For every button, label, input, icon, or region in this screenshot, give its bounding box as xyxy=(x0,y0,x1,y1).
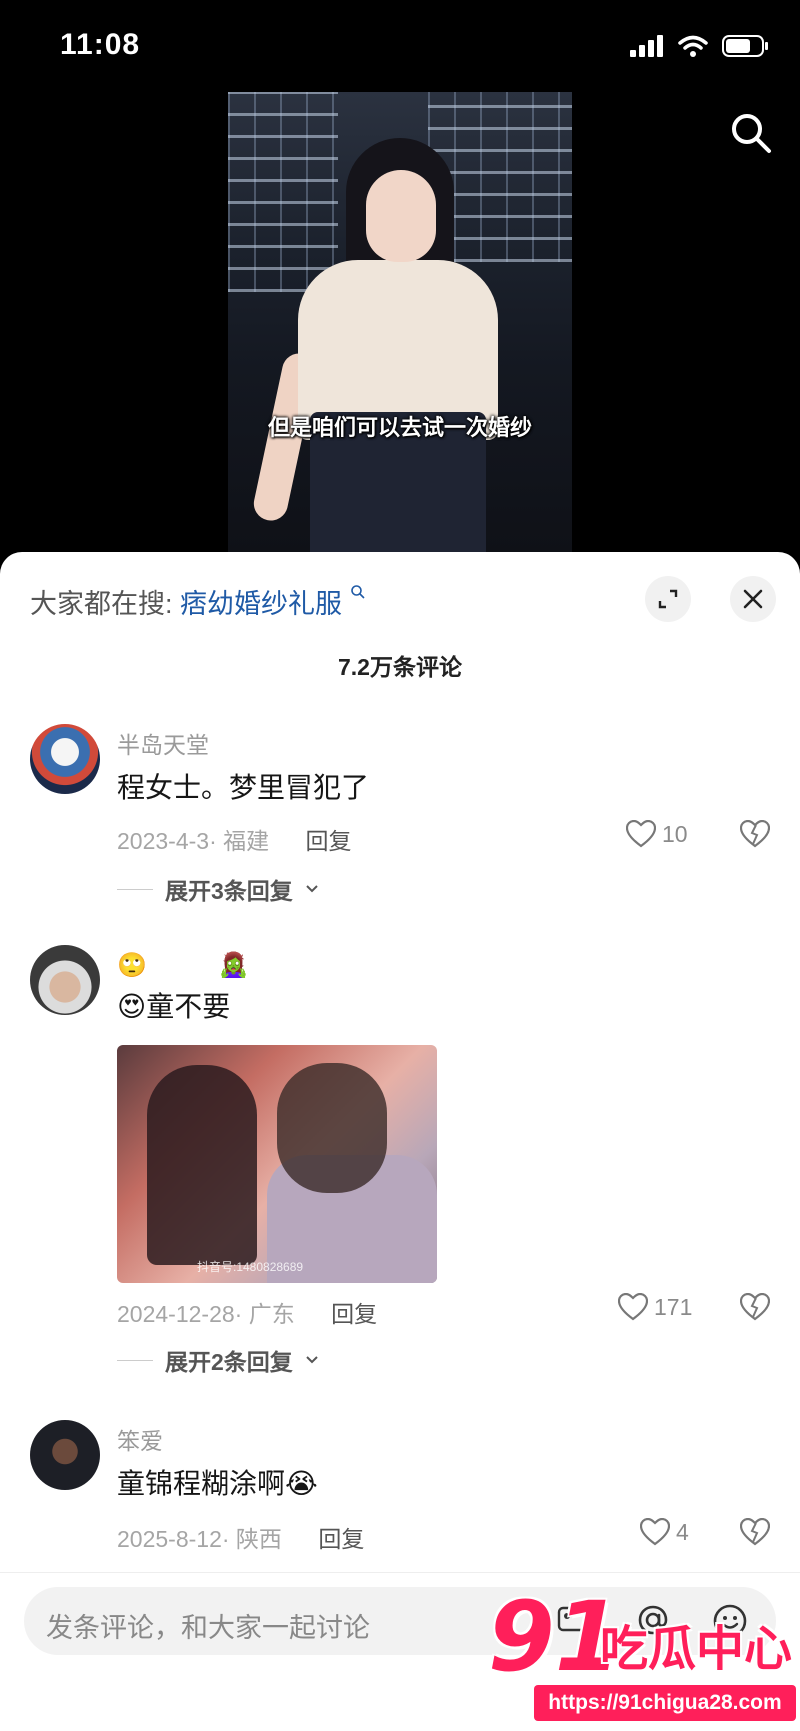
status-bar: 11:08 xyxy=(0,0,800,92)
chevron-down-icon xyxy=(306,1356,318,1364)
signal-icon xyxy=(630,35,663,57)
chevron-down-icon xyxy=(306,885,318,893)
video-subtitle: 但是咱们可以去试一次婚纱 xyxy=(267,415,532,440)
dislike-icon[interactable] xyxy=(740,1293,770,1321)
video-player[interactable]: 但是咱们可以去试一次婚纱 xyxy=(228,92,572,552)
like-button[interactable]: 171 xyxy=(618,1293,692,1321)
like-count: 4 xyxy=(676,1518,689,1545)
background-building xyxy=(228,92,338,292)
expand-replies[interactable]: 展开2条回复 xyxy=(117,1343,319,1377)
heart-icon xyxy=(618,1293,648,1321)
hot-search-prefix: 大家都在搜: xyxy=(30,589,173,619)
comment-username[interactable]: 半岛天堂 xyxy=(117,726,209,760)
status-icons xyxy=(630,34,770,58)
image-figure xyxy=(277,1063,387,1193)
comment-text: 😍童不要 xyxy=(117,991,231,1022)
dislike-icon[interactable] xyxy=(740,820,770,848)
comment-date-location: 2025-8-12· 陕西 xyxy=(117,1526,282,1552)
small-search-icon xyxy=(350,585,365,599)
heart-icon xyxy=(640,1518,670,1546)
hot-search[interactable]: 大家都在搜: 痞幼婚纱礼服 xyxy=(30,582,366,621)
expand-replies-label: 展开2条回复 xyxy=(165,1349,293,1375)
hot-search-keyword[interactable]: 痞幼婚纱礼服 xyxy=(180,589,342,619)
comment-image[interactable]: 抖音号:1480828689 xyxy=(117,1045,437,1283)
comment-date-location: 2023-4-3· 福建 xyxy=(117,828,270,854)
watermark-url: https://91chigua28.com xyxy=(534,1685,796,1721)
site-watermark: 91 吃瓜中心 https://91chigua28.com xyxy=(488,1589,800,1731)
expand-replies-label: 展开3条回复 xyxy=(165,878,293,904)
wifi-icon xyxy=(678,35,708,57)
comment-text: 童锦程糊涂啊😭 xyxy=(117,1468,318,1499)
divider xyxy=(117,1359,153,1361)
comment-date-location: 2024-12-28· 广东 xyxy=(117,1301,295,1327)
status-time: 11:08 xyxy=(60,28,141,61)
close-button[interactable] xyxy=(730,576,776,622)
reply-button[interactable]: 回复 xyxy=(306,828,352,854)
avatar[interactable] xyxy=(30,724,100,794)
comment-sheet: 大家都在搜: 痞幼婚纱礼服 7.2万条评论 半岛天堂 程女士。梦里冒犯了 202… xyxy=(0,552,800,1731)
reply-button[interactable]: 回复 xyxy=(318,1526,364,1552)
like-count: 171 xyxy=(654,1293,693,1320)
comment-username[interactable]: 笨爱 xyxy=(117,1422,163,1456)
expand-icon xyxy=(658,589,678,609)
sheet-header: 大家都在搜: 痞幼婚纱礼服 xyxy=(0,552,800,642)
heart-icon xyxy=(626,820,656,848)
person-face xyxy=(366,170,436,262)
image-figure xyxy=(147,1065,257,1265)
comment-input-placeholder: 发条评论，和大家一起讨论 xyxy=(46,1613,370,1643)
like-button[interactable]: 4 xyxy=(640,1518,689,1546)
like-count: 10 xyxy=(662,820,688,847)
expand-replies[interactable]: 展开3条回复 xyxy=(117,872,319,906)
battery-icon xyxy=(722,35,768,57)
comment-count: 7.2万条评论 xyxy=(338,654,462,680)
reply-button[interactable]: 回复 xyxy=(331,1301,377,1327)
close-icon xyxy=(743,589,763,609)
fullscreen-button[interactable] xyxy=(645,576,691,622)
watermark-name: 吃瓜中心 xyxy=(600,1623,793,1676)
avatar[interactable] xyxy=(30,1420,100,1490)
avatar[interactable] xyxy=(30,945,100,1015)
comment-username[interactable]: 🙄 🧟‍♀️ xyxy=(117,945,249,980)
image-watermark: 抖音号:1480828689 xyxy=(197,1260,304,1274)
comment-text: 程女士。梦里冒犯了 xyxy=(117,772,370,803)
like-button[interactable]: 10 xyxy=(626,820,688,848)
search-icon[interactable] xyxy=(730,112,772,154)
divider xyxy=(117,888,153,890)
dislike-icon[interactable] xyxy=(740,1518,770,1546)
